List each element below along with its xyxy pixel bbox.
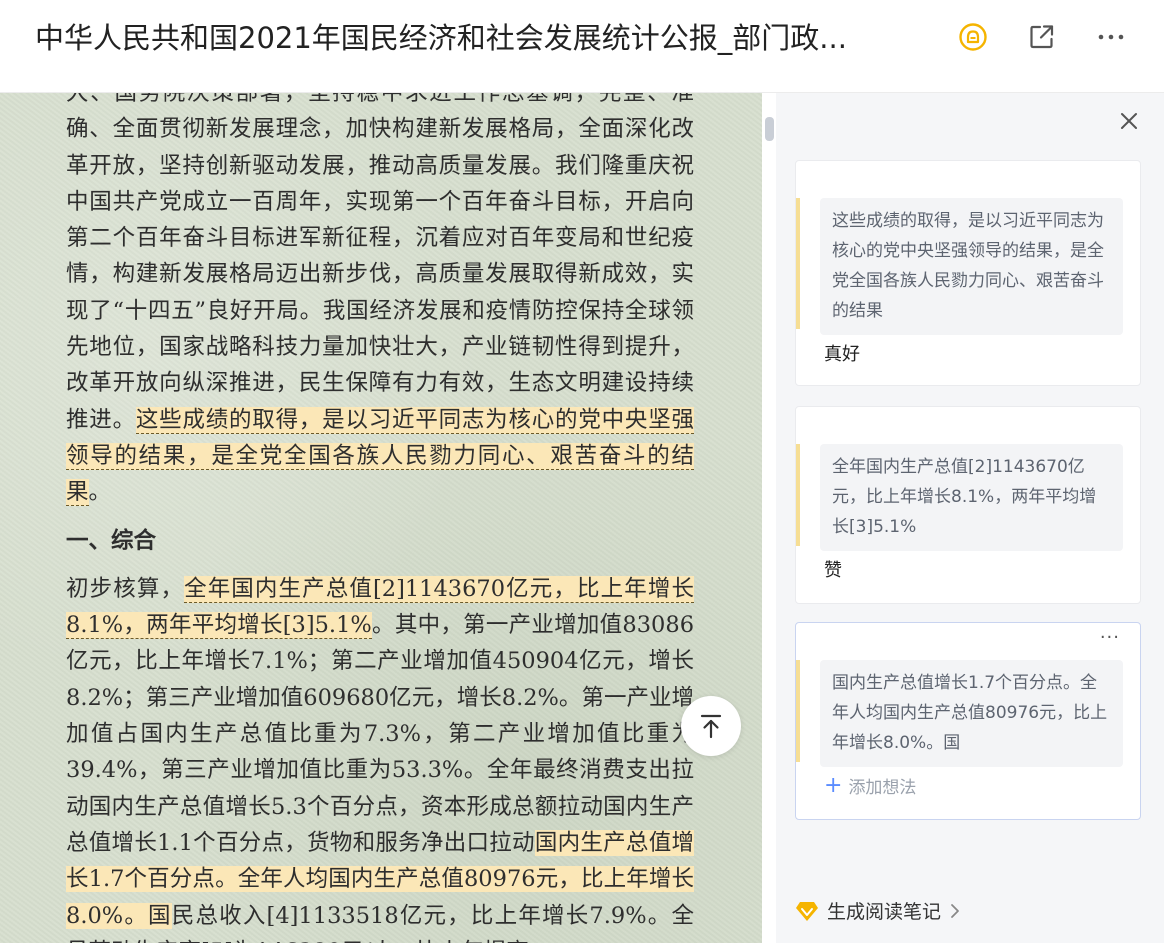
back-to-top-button[interactable] [681, 696, 741, 756]
note-card[interactable]: ··· 国内生产总值增长1.7个百分点。全年人均国内生产总值80976元，比上年… [795, 622, 1141, 820]
paragraph-text: 大、国务院决策部署，坚持稳中求进工作总基调，完整、准确、全面贯彻新发展理念，加快… [66, 93, 694, 433]
scrollbar-thumb[interactable] [765, 117, 774, 141]
note-card[interactable]: 全年国内生产总值[2]1143670亿元，比上年增长8.1%，两年平均增长[3]… [795, 406, 1141, 604]
plus-icon: + [824, 772, 843, 798]
close-panel-button[interactable] [1117, 109, 1141, 133]
paragraph: 初步核算，全年国内生产总值[2]1143670亿元，比上年增长8.1%，两年平均… [66, 571, 694, 943]
note-comment[interactable]: 赞 [824, 558, 842, 584]
profile-badge-icon[interactable] [958, 22, 988, 52]
highlighted-passage[interactable]: 这些成绩的取得，是以习近平同志为核心的党中央坚强领导的结果，是全党全国各族人民勠… [66, 406, 694, 507]
note-comment[interactable]: 真好 [824, 342, 860, 368]
chevron-right-icon [951, 903, 959, 918]
reading-pane[interactable]: 大、国务院决策部署，坚持稳中求进工作总基调，完整、准确、全面贯彻新发展理念，加快… [0, 93, 762, 943]
generate-reading-notes-button[interactable]: 生成阅读笔记 [795, 897, 961, 924]
note-quote[interactable]: 全年国内生产总值[2]1143670亿元，比上年增长8.1%，两年平均增长[3]… [820, 444, 1123, 551]
paragraph-text: 。其中，第一产业增加值83086亿元，比上年增长7.1%；第二产业增加值4509… [66, 612, 695, 856]
add-thought-label: 添加想法 [848, 778, 917, 798]
quote-bar [796, 444, 800, 546]
section-heading: 一、综合 [66, 527, 157, 554]
vip-diamond-icon [796, 901, 818, 921]
note-more-button[interactable]: ··· [1100, 627, 1120, 648]
article-body: 大、国务院决策部署，坚持稳中求进工作总基调，完整、准确、全面贯彻新发展理念，加快… [66, 93, 694, 943]
more-icon[interactable] [1096, 22, 1126, 52]
paragraph-text: 。 [88, 479, 112, 506]
close-icon [1121, 113, 1137, 129]
quote-bar [796, 198, 800, 329]
generate-reading-notes-label: 生成阅读笔记 [827, 901, 942, 923]
document-title: 中华人民共和国2021年国民经济和社会发展统计公报_部门政... [35, 21, 847, 55]
note-card[interactable]: 这些成绩的取得，是以习近平同志为核心的党中央坚强领导的结果，是全党全国各族人民勠… [795, 160, 1141, 386]
arrow-up-to-top-icon [700, 714, 722, 739]
top-bar: 中华人民共和国2021年国民经济和社会发展统计公报_部门政... [0, 0, 1164, 93]
paragraph-text: 初步核算， [66, 575, 185, 602]
quote-bar [796, 660, 800, 762]
note-quote[interactable]: 国内生产总值增长1.7个百分点。全年人均国内生产总值80976元，比上年增长8.… [820, 660, 1123, 767]
paragraph: 大、国务院决策部署，坚持稳中求进工作总基调，完整、准确、全面贯彻新发展理念，加快… [66, 93, 694, 511]
share-icon[interactable] [1027, 22, 1057, 52]
add-thought-button[interactable]: + 添加想法 [824, 773, 916, 798]
note-quote[interactable]: 这些成绩的取得，是以习近平同志为核心的党中央坚强领导的结果，是全党全国各族人民勠… [820, 198, 1123, 335]
